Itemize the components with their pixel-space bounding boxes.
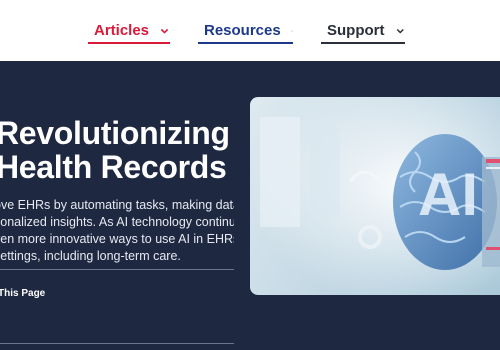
- chevron-down-icon: [396, 28, 404, 34]
- nav-support[interactable]: Support: [321, 22, 405, 44]
- chevron-down-icon: [291, 30, 293, 32]
- description-line: ove EHRs by automating tasks, making dat…: [0, 198, 234, 212]
- ai-text: AI: [418, 161, 478, 228]
- nav-articles[interactable]: Articles: [88, 22, 170, 44]
- page-title-line-2: Health Records: [0, 149, 227, 185]
- hero-image: AI: [250, 97, 500, 295]
- divider: [0, 343, 234, 344]
- hero-description: ove EHRs by automating tasks, making dat…: [0, 197, 234, 265]
- description-line: ven more innovative ways to use AI in EH…: [0, 232, 234, 246]
- nav-resources[interactable]: Resources: [198, 22, 293, 44]
- description-line: sonalized insights. As AI technology con…: [0, 215, 234, 229]
- page-title: Revolutionizing Health Records: [0, 116, 230, 184]
- nav-support-label: Support: [327, 22, 385, 39]
- top-navigation: Articles Resources Support: [0, 0, 500, 61]
- divider: [0, 269, 234, 270]
- ai-brain-illustration: AI: [250, 97, 500, 295]
- nav-articles-label: Articles: [94, 22, 150, 39]
- chevron-down-icon: [160, 28, 169, 34]
- page-title-line-1: Revolutionizing: [0, 115, 230, 151]
- share-this-page-link[interactable]: This Page: [0, 288, 45, 299]
- description-line: settings, including long-term care.: [0, 249, 181, 263]
- nav-resources-label: Resources: [204, 22, 281, 39]
